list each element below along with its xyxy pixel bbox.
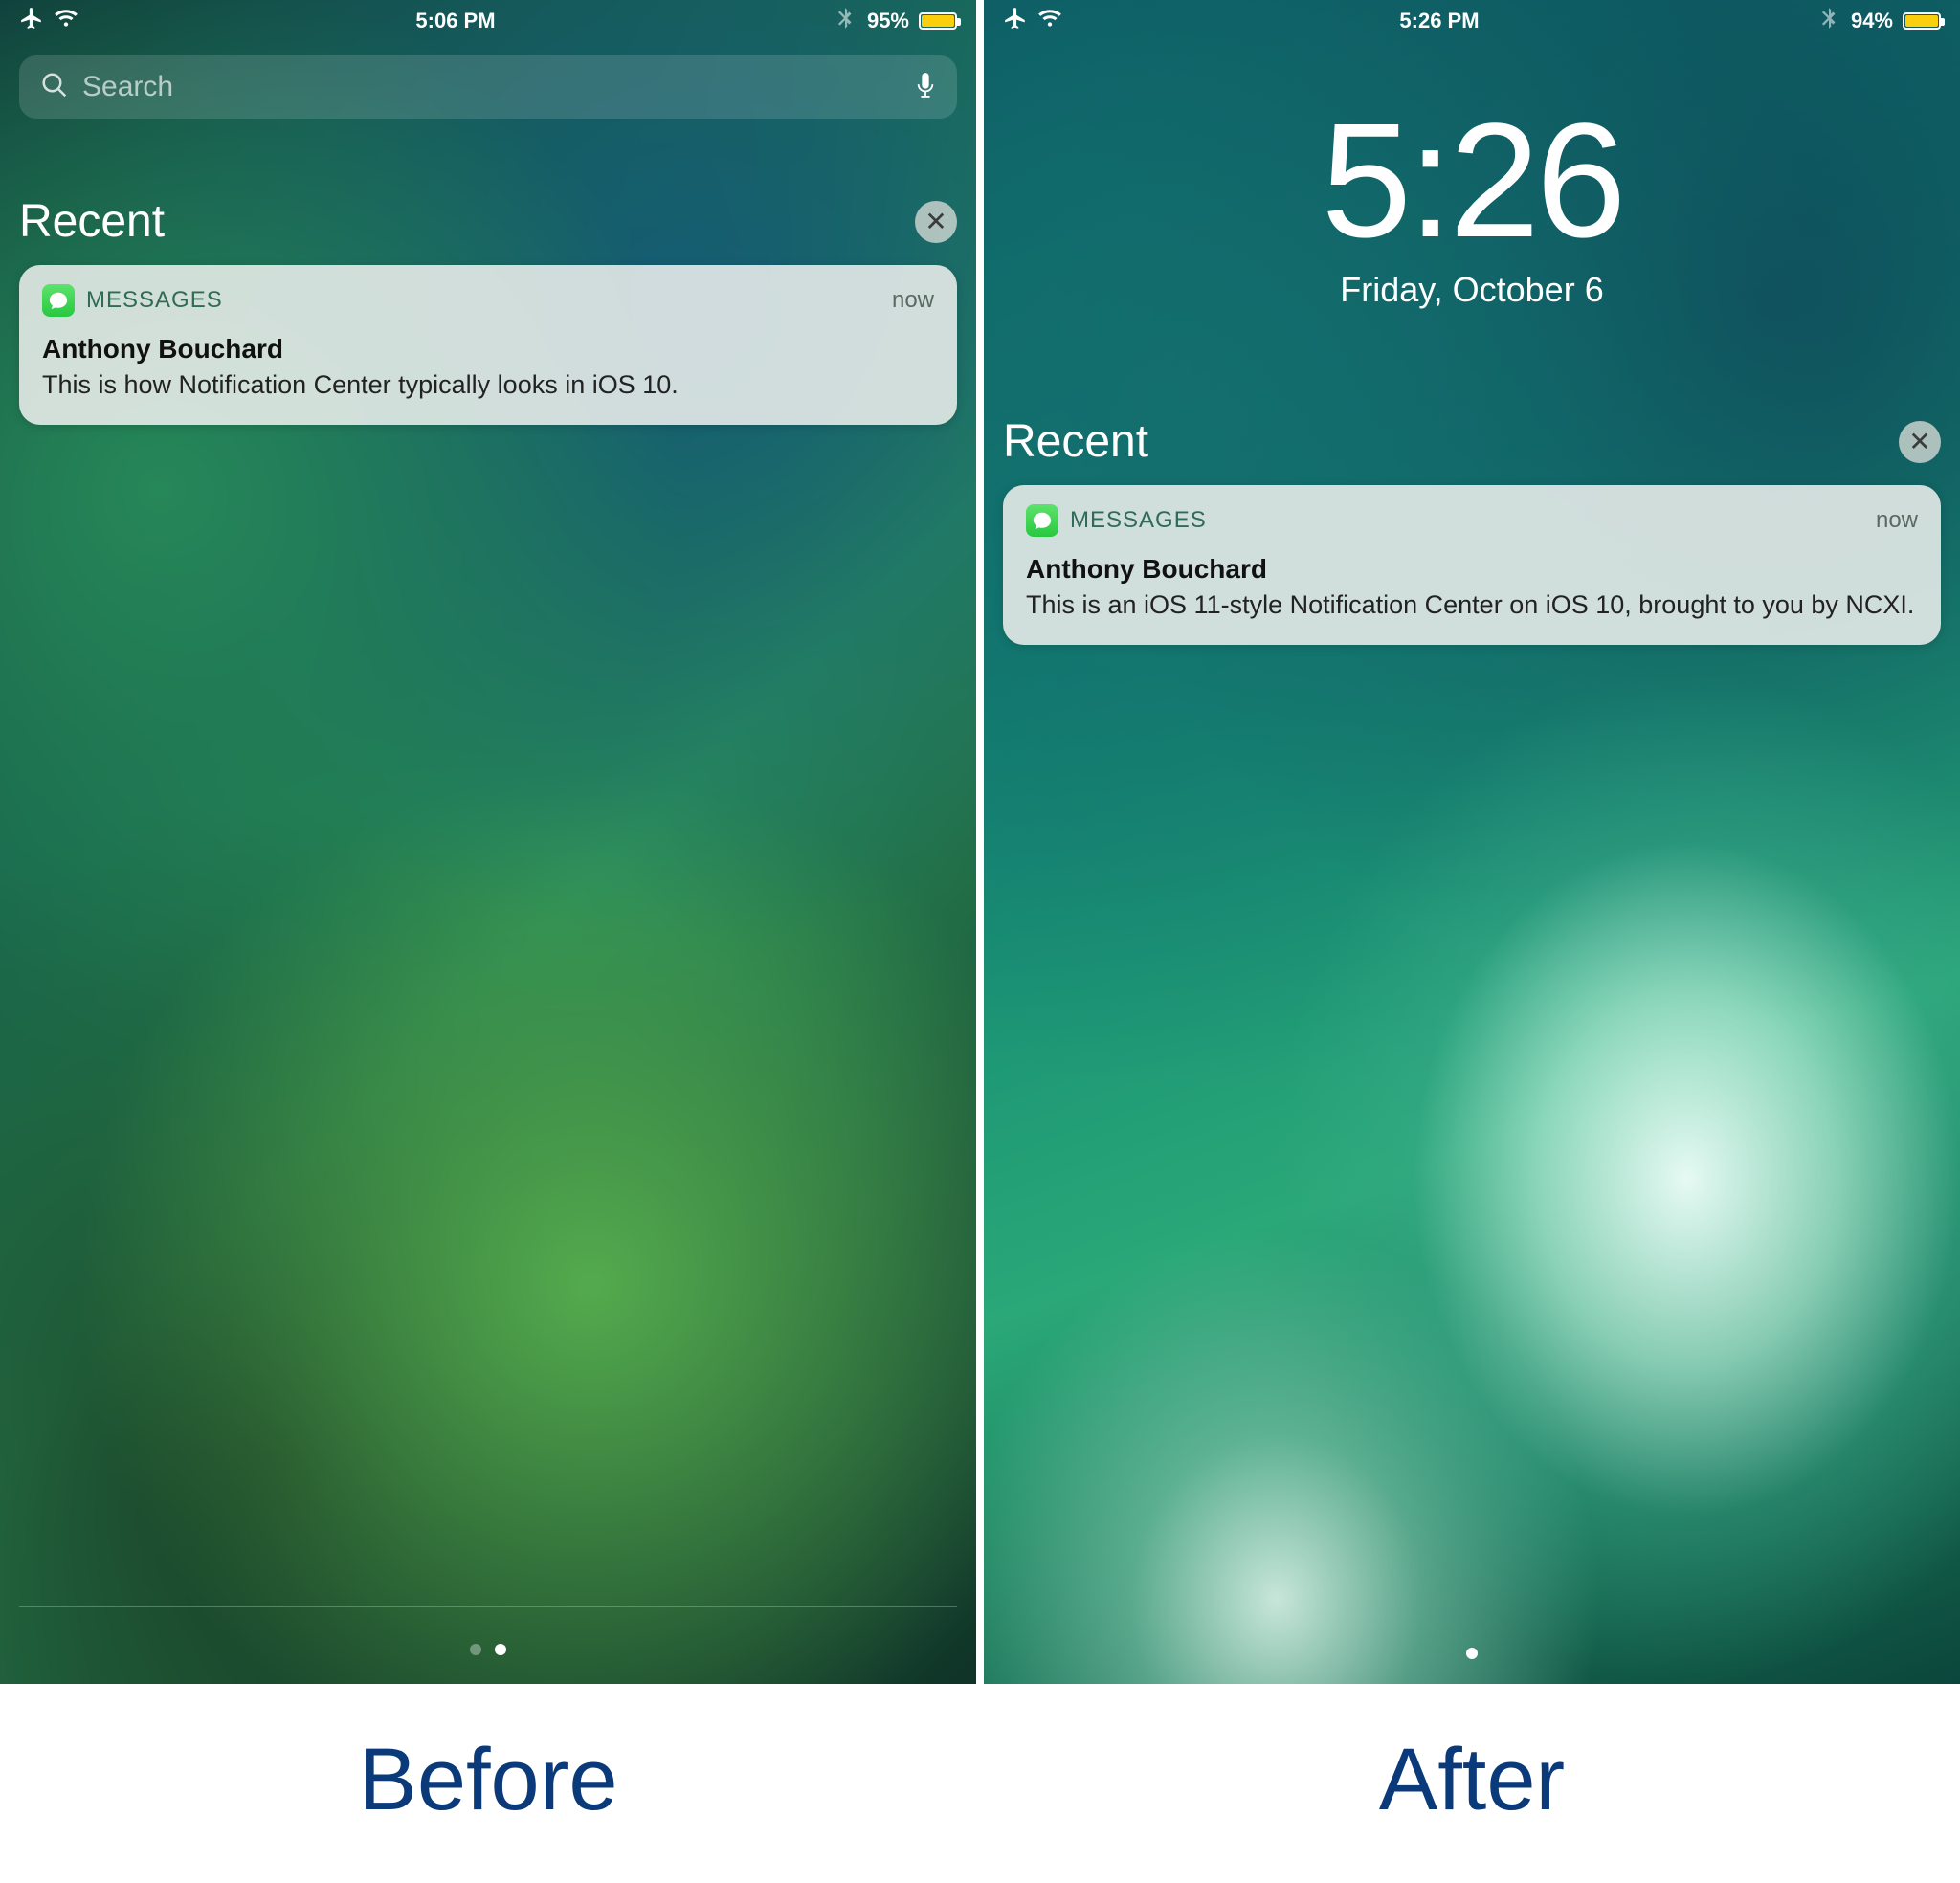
bottom-separator: [19, 1606, 957, 1607]
clear-recent-button[interactable]: ✕: [915, 201, 957, 243]
notification-time: now: [1876, 507, 1918, 534]
search-icon: [40, 71, 69, 104]
battery-fill: [1905, 15, 1938, 27]
notification-app-name: MESSAGES: [1070, 507, 1864, 534]
caption-after: After: [984, 1684, 1960, 1875]
caption-before: Before: [0, 1684, 976, 1875]
recent-title: Recent: [19, 195, 165, 248]
battery-fill: [922, 15, 954, 27]
notification-body: This is how Notification Center typicall…: [42, 368, 934, 402]
page-indicator[interactable]: [984, 1648, 1960, 1659]
status-bar: 5:06 PM 95%: [19, 0, 957, 42]
page-dot: [470, 1644, 481, 1655]
after-screen: 5:26 PM 94% 5:26 Friday, October 6: [984, 0, 1960, 1684]
notification-sender: Anthony Bouchard: [1026, 554, 1918, 585]
wifi-icon: [1037, 6, 1062, 36]
close-icon: ✕: [924, 206, 947, 237]
spotlight-search[interactable]: Search: [19, 55, 957, 119]
search-placeholder: Search: [82, 71, 902, 103]
page-dot-active: [1466, 1648, 1478, 1659]
airplane-mode-icon: [19, 6, 44, 36]
clear-recent-button[interactable]: ✕: [1899, 421, 1941, 463]
bluetooth-icon: [1816, 6, 1841, 36]
notification-time: now: [892, 287, 934, 314]
notification-card[interactable]: MESSAGES now Anthony Bouchard This is an…: [1003, 485, 1941, 645]
notification-sender: Anthony Bouchard: [42, 334, 934, 365]
recent-header: Recent ✕: [1003, 415, 1941, 468]
dictation-icon[interactable]: [915, 71, 936, 104]
close-icon: ✕: [1908, 426, 1930, 457]
recent-header: Recent ✕: [19, 195, 957, 248]
bluetooth-icon: [833, 6, 858, 36]
airplane-mode-icon: [1003, 6, 1028, 36]
recent-title: Recent: [1003, 415, 1148, 468]
battery-percent: 94%: [1851, 9, 1893, 33]
clock-date: Friday, October 6: [1003, 270, 1941, 310]
page-indicator[interactable]: [0, 1644, 976, 1655]
before-screen: 5:06 PM 95%: [0, 0, 976, 1684]
status-time: 5:06 PM: [78, 9, 833, 33]
status-time: 5:26 PM: [1062, 9, 1816, 33]
wifi-icon: [54, 6, 78, 36]
lock-screen-clock: 5:26 Friday, October 6: [1003, 42, 1941, 310]
clock-time: 5:26: [1003, 100, 1941, 262]
battery-icon: [919, 12, 957, 30]
page-dot-active: [495, 1644, 506, 1655]
status-bar: 5:26 PM 94%: [1003, 0, 1941, 42]
battery-percent: 95%: [867, 9, 909, 33]
notification-card[interactable]: MESSAGES now Anthony Bouchard This is ho…: [19, 265, 957, 425]
notification-body: This is an iOS 11-style Notification Cen…: [1026, 588, 1918, 622]
messages-app-icon: [1026, 504, 1058, 537]
notification-app-name: MESSAGES: [86, 287, 880, 314]
messages-app-icon: [42, 284, 75, 317]
battery-icon: [1903, 12, 1941, 30]
